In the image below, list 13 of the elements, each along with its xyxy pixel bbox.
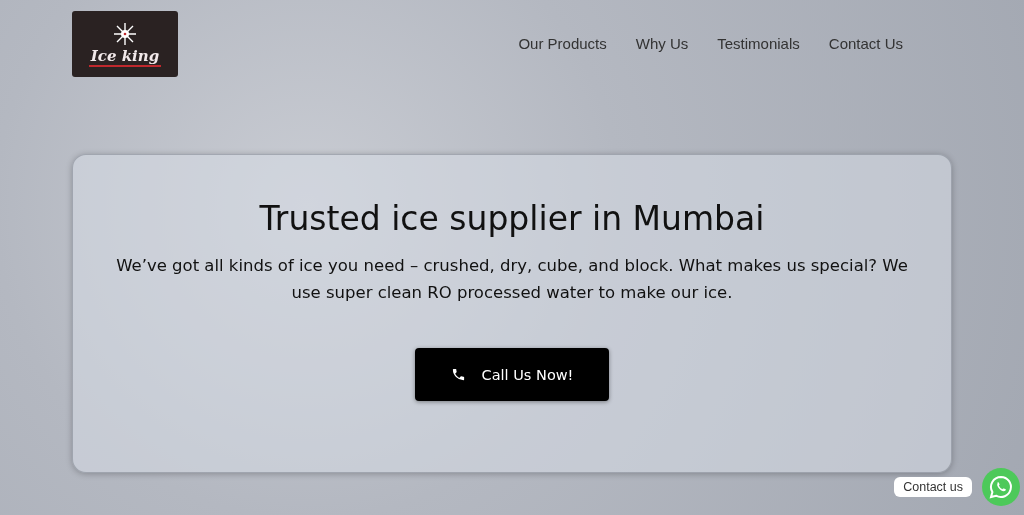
nav-link[interactable]: Contact Us bbox=[828, 35, 903, 52]
call-button[interactable]: Call Us Now! bbox=[415, 348, 609, 401]
chat-label[interactable]: Contact us bbox=[894, 477, 972, 497]
snowflake-icon bbox=[113, 21, 137, 46]
nav-link[interactable]: Why Us bbox=[635, 35, 689, 52]
nav-link[interactable]: Testimonials bbox=[717, 35, 800, 52]
logo-text: Ice king bbox=[88, 47, 162, 67]
chat-bubble-phone-icon[interactable] bbox=[982, 468, 1020, 506]
hero-title: Trusted ice supplier in Mumbai bbox=[259, 199, 765, 238]
hero-description: We’ve got all kinds of ice you need – crushed, dry, cube, and block. What makes us special? We use super clean RO processed water to make our ice. bbox=[115, 255, 909, 304]
phone-icon bbox=[450, 367, 466, 382]
nav-link[interactable]: Our Products bbox=[518, 35, 607, 52]
logo[interactable]: Ice king bbox=[72, 11, 178, 77]
